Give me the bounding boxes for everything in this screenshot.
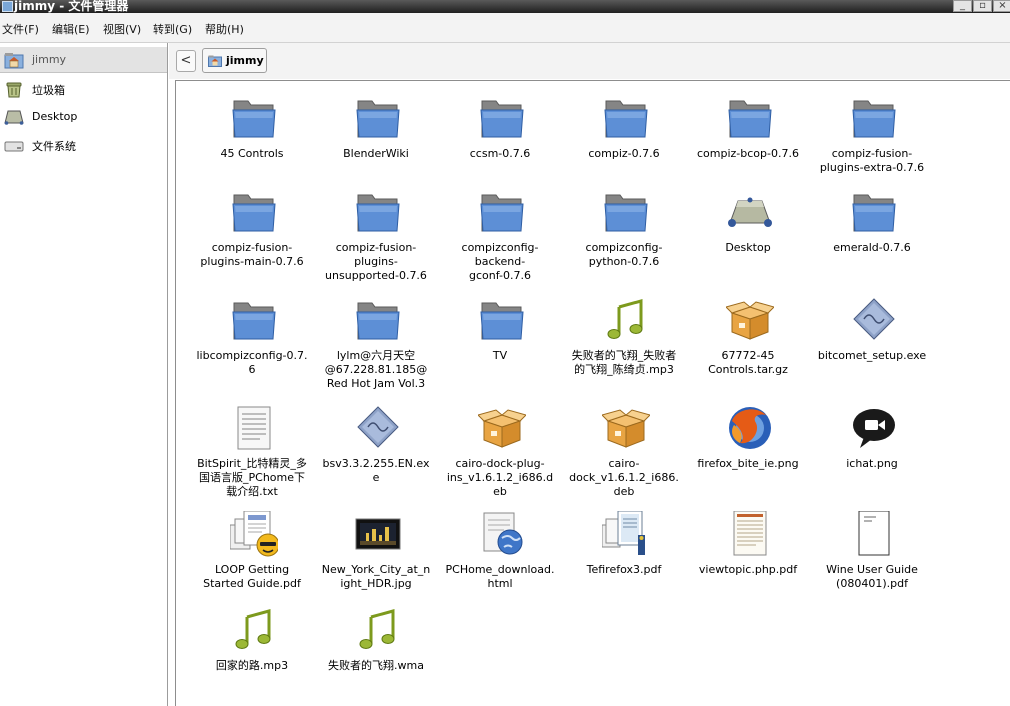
- sidebar-item-label: 垃圾箱: [32, 84, 65, 97]
- file-label: TV: [492, 349, 508, 362]
- pdf-document-icon: [726, 510, 774, 557]
- music-note-icon: [230, 607, 278, 653]
- folder-icon: [850, 189, 898, 235]
- file-label: 45 Controls: [220, 147, 284, 160]
- desktop-icon: [4, 110, 24, 125]
- folder-icon: [354, 297, 402, 343]
- file-label: BitSpirit_比特精灵_多 国语言版_PChome下 载介绍.txt: [197, 457, 307, 498]
- file-icon-view: 45 Controls BlenderWiki ccsm-0.7.6 compiz-0…: [175, 80, 1010, 706]
- package-box-icon: [601, 405, 651, 451]
- sidebar-item-label: Desktop: [32, 110, 78, 123]
- file-label: 67772-45 Controls.tar.gz: [708, 349, 788, 376]
- file-label: ccsm-0.7.6: [469, 147, 531, 160]
- app-window-icon: [2, 1, 13, 12]
- file-label: viewtopic.php.pdf: [698, 563, 798, 576]
- menu-edit[interactable]: 编辑(E): [52, 21, 90, 37]
- file-label: cairo-dock-plug- ins_v1.6.1.2_i686.d eb: [446, 457, 554, 498]
- executable-icon: [354, 405, 402, 451]
- desktop-icon: [726, 189, 774, 235]
- folder-icon: [726, 95, 774, 141]
- file-label: Tefirefox3.pdf: [586, 563, 662, 576]
- breadcrumb-jimmy[interactable]: jimmy: [202, 48, 267, 73]
- file-label: Desktop: [725, 241, 771, 254]
- title-bar: jimmy - 文件管理器 _ ▫ ×: [0, 0, 1010, 13]
- folder-icon: [354, 189, 402, 235]
- folder-icon: [230, 95, 278, 141]
- folder-icon: [850, 95, 898, 141]
- folder-icon: [354, 95, 402, 141]
- home-folder-icon: [208, 55, 222, 67]
- folder-icon: [602, 189, 650, 235]
- file-label: bsv3.3.2.255.EN.ex e: [322, 457, 430, 484]
- file-label: compiz-fusion- plugins-main-0.7.6: [200, 241, 304, 268]
- menu-file[interactable]: 文件(F): [2, 21, 39, 37]
- html-globe-icon: [478, 511, 526, 557]
- file-label: ichat.png: [846, 457, 898, 470]
- menu-help[interactable]: 帮助(H): [205, 21, 244, 37]
- file-label: bitcomet_setup.exe: [817, 349, 927, 362]
- breadcrumb-label: jimmy: [226, 54, 264, 67]
- places-sidebar: jimmy 垃圾箱 Desktop 文件系统: [0, 43, 168, 706]
- file-label: 失败者的飞翔.wma: [328, 659, 424, 672]
- sidebar-item-jimmy[interactable]: jimmy: [0, 47, 167, 73]
- package-box-icon: [477, 405, 527, 451]
- file-label: BlenderWiki: [343, 147, 409, 160]
- file-label: emerald-0.7.6: [833, 241, 911, 254]
- file-label: 回家的路.mp3: [215, 659, 289, 672]
- music-note-icon: [602, 297, 650, 343]
- file-label: compizconfig- python-0.7.6: [585, 241, 663, 268]
- executable-icon: [850, 297, 898, 343]
- close-button[interactable]: ×: [993, 0, 1010, 12]
- file-label: compiz-fusion- plugins- unsupported-0.7.…: [325, 241, 427, 282]
- file-label: compiz-fusion- plugins-extra-0.7.6: [819, 147, 925, 174]
- file-label: compiz-0.7.6: [588, 147, 660, 160]
- file-label: New_York_City_at_n ight_HDR.jpg: [321, 563, 431, 590]
- text-file-icon: [230, 405, 278, 451]
- folder-icon: [602, 95, 650, 141]
- firefox-logo-icon: [726, 405, 774, 451]
- file-label: 失败者的飞翔_失败者 的飞翔_陈绮贞.mp3: [571, 349, 677, 376]
- photo-thumbnail-icon: [354, 511, 402, 557]
- file-label: LOOP Getting Started Guide.pdf: [203, 563, 301, 590]
- sidebar-item-filesystem[interactable]: 文件系统: [0, 132, 167, 158]
- home-folder-icon: [4, 53, 24, 69]
- folder-icon: [230, 297, 278, 343]
- harddisk-icon: [4, 141, 24, 152]
- menu-bar: 文件(F) 编辑(E) 视图(V) 转到(G) 帮助(H): [0, 13, 1010, 43]
- back-button[interactable]: <: [176, 50, 196, 72]
- ichat-bubble-icon: [850, 405, 898, 451]
- menu-go[interactable]: 转到(G): [153, 21, 192, 37]
- window-title: jimmy - 文件管理器: [14, 0, 129, 13]
- sidebar-item-label: jimmy: [32, 53, 67, 66]
- sidebar-item-trash[interactable]: 垃圾箱: [0, 76, 167, 102]
- pdf-document-icon: [850, 510, 898, 557]
- pdf-document-icon: [601, 510, 650, 557]
- file-label: Wine User Guide (080401).pdf: [826, 563, 918, 590]
- file-label: libcompizconfig-0.7. 6: [196, 349, 308, 376]
- folder-icon: [478, 189, 526, 235]
- pdf-document-icon: [229, 510, 280, 557]
- file-label: compizconfig- backend- gconf-0.7.6: [461, 241, 539, 282]
- file-label: firefox_bite_ie.png: [697, 457, 799, 470]
- folder-icon: [478, 95, 526, 141]
- package-box-icon: [725, 297, 775, 343]
- minimize-button[interactable]: _: [953, 0, 972, 12]
- trash-icon: [6, 82, 22, 98]
- file-label: lylm@六月天空 @67.228.81.185@ Red Hot Jam Vo…: [324, 349, 428, 390]
- menu-view[interactable]: 视图(V): [103, 21, 141, 37]
- sidebar-item-label: 文件系统: [32, 140, 76, 153]
- location-bar: < jimmy: [169, 43, 1010, 79]
- file-label: PCHome_download. html: [445, 563, 555, 590]
- maximize-button[interactable]: ▫: [973, 0, 992, 12]
- folder-icon: [230, 189, 278, 235]
- file-label: cairo- dock_v1.6.1.2_i686. deb: [569, 457, 679, 498]
- file-label: compiz-bcop-0.7.6: [697, 147, 799, 160]
- folder-icon: [478, 297, 526, 343]
- music-note-icon: [354, 607, 402, 653]
- sidebar-item-desktop[interactable]: Desktop: [0, 104, 167, 130]
